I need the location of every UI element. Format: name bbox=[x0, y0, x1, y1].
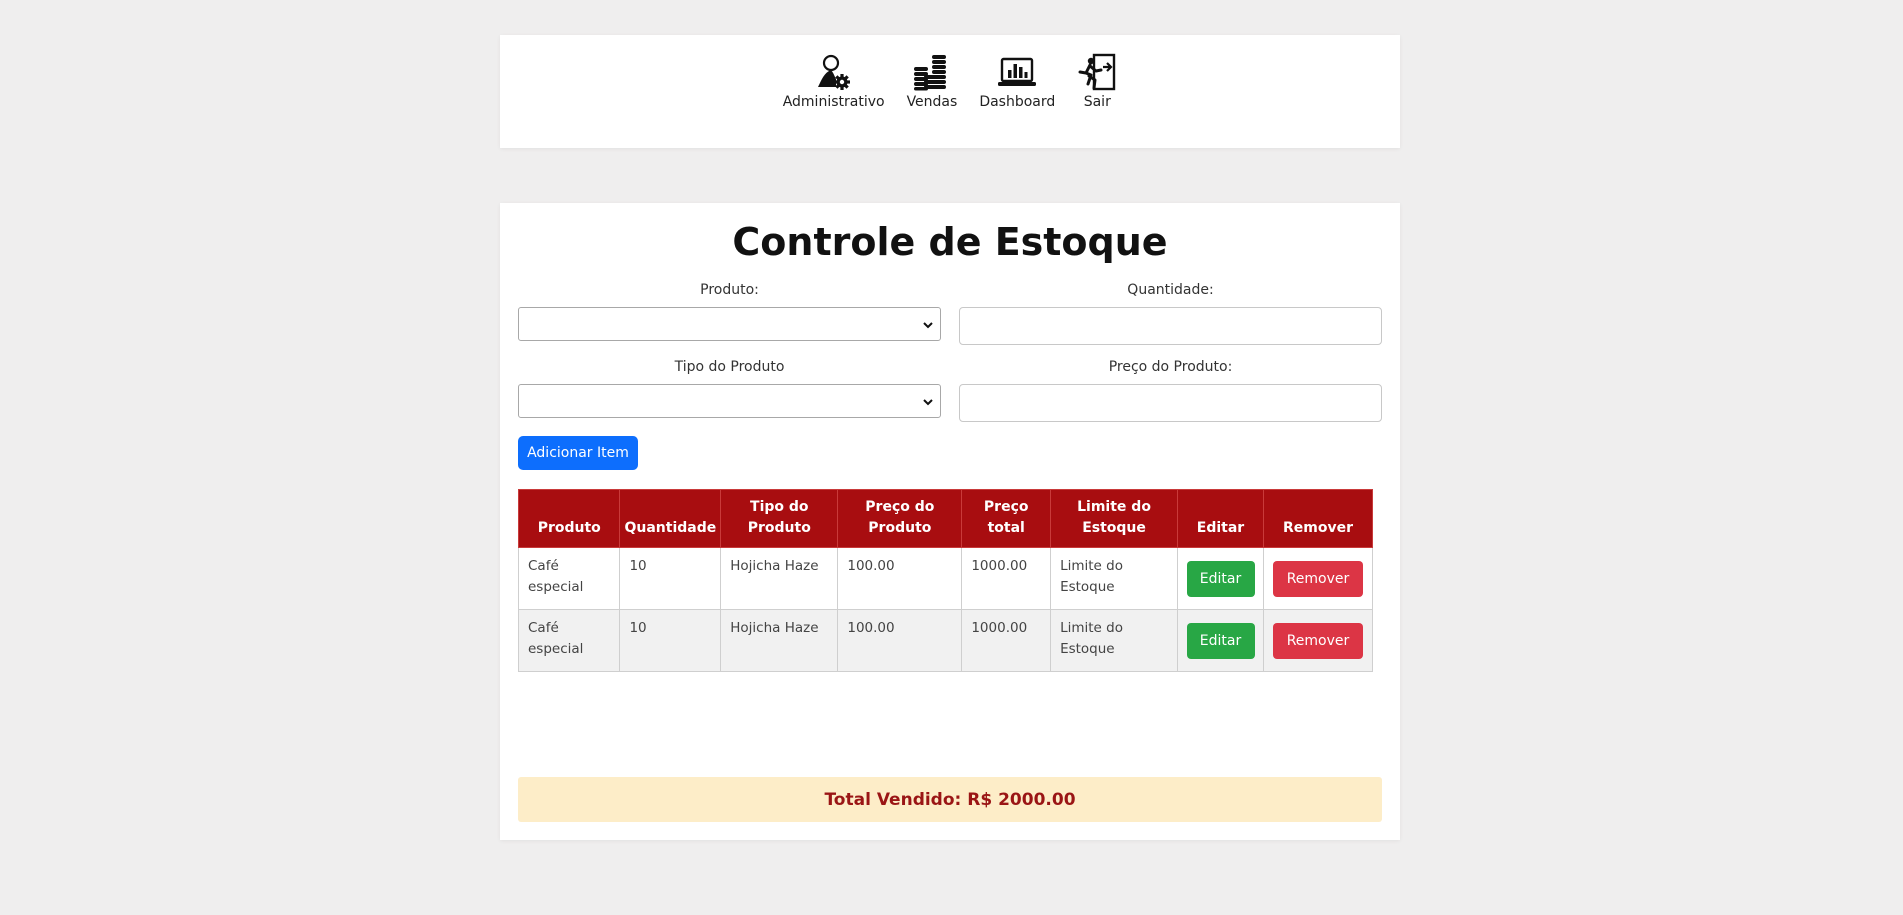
produto-select[interactable] bbox=[518, 307, 941, 341]
cell-limite: Limite do Estoque bbox=[1050, 547, 1179, 610]
total-sold-text: Total Vendido: R$ 2000.00 bbox=[824, 789, 1076, 810]
column-header: Preço do Produto bbox=[837, 489, 963, 548]
column-header: Quantidade bbox=[619, 489, 722, 548]
column-header: Editar bbox=[1177, 489, 1264, 548]
nav-vendas-label: Vendas bbox=[906, 94, 958, 110]
cell-total: 1000.00 bbox=[961, 609, 1052, 672]
cell-edit: Editar bbox=[1177, 547, 1264, 610]
cell-preco: 100.00 bbox=[837, 547, 963, 610]
nav-administrativo-label: Administrativo bbox=[782, 94, 885, 110]
nav-dashboard[interactable]: Dashboard bbox=[979, 53, 1055, 110]
cell-produto: Café especial bbox=[517, 609, 621, 672]
top-navigation: Administrativo Vendas Dashboard Sair bbox=[500, 35, 1400, 148]
cell-limite: Limite do Estoque bbox=[1050, 609, 1179, 672]
add-item-button[interactable]: Adicionar Item bbox=[518, 436, 638, 470]
nav-vendas[interactable]: Vendas bbox=[906, 53, 958, 110]
nav-sair[interactable]: Sair bbox=[1077, 53, 1117, 110]
tipo-produto-select[interactable] bbox=[518, 384, 941, 418]
column-header: Limite do Estoque bbox=[1050, 489, 1179, 548]
table-header-row: Produto Quantidade Tipo do Produto Preço… bbox=[517, 489, 1374, 548]
cell-quantidade: 10 bbox=[619, 609, 722, 672]
exit-door-icon bbox=[1078, 53, 1116, 91]
tipo-produto-label: Tipo do Produto bbox=[674, 359, 785, 375]
table-row: Café especial 10 Hojicha Haze 100.00 100… bbox=[517, 609, 1374, 672]
edit-button[interactable]: Editar bbox=[1186, 622, 1255, 659]
remove-button[interactable]: Remover bbox=[1272, 622, 1363, 659]
chevron-down-icon bbox=[923, 322, 933, 329]
nav-administrativo[interactable]: Administrativo bbox=[783, 53, 885, 110]
table-row: Café especial 10 Hojicha Haze 100.00 100… bbox=[517, 547, 1374, 610]
cell-preco: 100.00 bbox=[837, 609, 963, 672]
quantidade-input[interactable] bbox=[959, 307, 1382, 345]
page-title: Controle de Estoque bbox=[732, 220, 1168, 264]
cell-remove: Remover bbox=[1262, 547, 1374, 610]
cell-edit: Editar bbox=[1177, 609, 1264, 672]
laptop-chart-icon bbox=[998, 57, 1037, 86]
cell-remove: Remover bbox=[1262, 609, 1374, 672]
edit-button[interactable]: Editar bbox=[1186, 560, 1255, 597]
column-header: Preço total bbox=[961, 489, 1052, 548]
cell-tipo: Hojicha Haze bbox=[720, 547, 839, 610]
cell-quantidade: 10 bbox=[619, 547, 722, 610]
column-header: Remover bbox=[1262, 489, 1374, 548]
preco-produto-label: Preço do Produto: bbox=[1108, 359, 1233, 375]
remove-button[interactable]: Remover bbox=[1272, 560, 1363, 597]
column-header: Tipo do Produto bbox=[720, 489, 839, 548]
preco-produto-input[interactable] bbox=[959, 384, 1382, 422]
stock-control-card: Controle de Estoque Produto: Quantidade:… bbox=[500, 203, 1400, 840]
nav-sair-label: Sair bbox=[1083, 94, 1111, 110]
cell-total: 1000.00 bbox=[961, 547, 1052, 610]
stock-table: Produto Quantidade Tipo do Produto Preço… bbox=[517, 489, 1374, 672]
cell-tipo: Hojicha Haze bbox=[720, 609, 839, 672]
admin-gear-icon bbox=[817, 54, 850, 90]
coins-stack-icon bbox=[913, 55, 946, 91]
chevron-down-icon bbox=[923, 399, 933, 406]
cell-produto: Café especial bbox=[517, 547, 621, 610]
produto-label: Produto: bbox=[700, 282, 759, 298]
total-sold-banner: Total Vendido: R$ 2000.00 bbox=[518, 777, 1382, 822]
quantidade-label: Quantidade: bbox=[1127, 282, 1214, 298]
nav-dashboard-label: Dashboard bbox=[979, 94, 1056, 110]
column-header: Produto bbox=[517, 489, 621, 548]
